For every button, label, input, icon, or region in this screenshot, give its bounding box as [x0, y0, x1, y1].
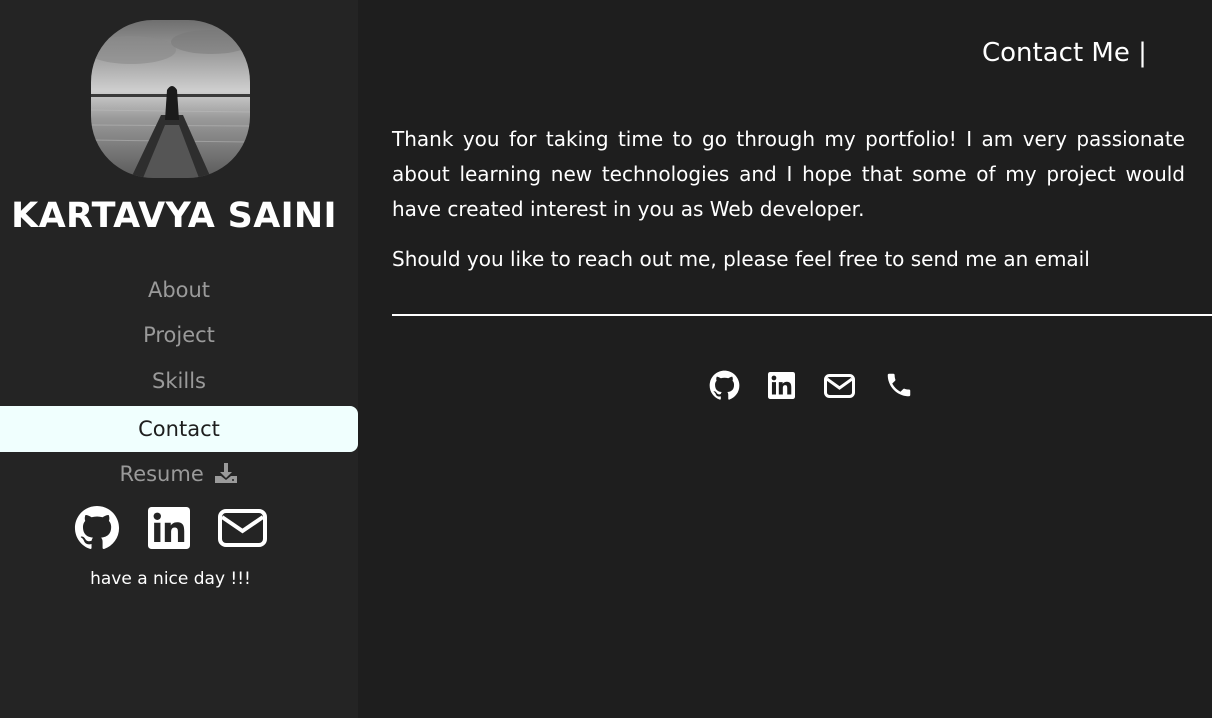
nav-item-project[interactable]: Project [0, 323, 358, 347]
linkedin-icon[interactable] [148, 507, 190, 553]
github-icon[interactable] [709, 370, 740, 405]
download-icon [214, 462, 238, 489]
nav-item-label: Project [143, 323, 215, 347]
avatar [91, 20, 250, 178]
nav-item-label: Contact [138, 417, 220, 441]
nav-item-label: About [147, 278, 211, 302]
github-icon[interactable] [74, 505, 120, 555]
profile-name: KARTAVYA SAINI [11, 196, 337, 236]
contact-intro-text: Thank you for taking time to go through … [392, 127, 1185, 221]
mail-icon[interactable] [824, 374, 855, 402]
mail-icon[interactable] [218, 509, 267, 551]
sidebar: KARTAVYA SAINI About Project Skills Cont… [0, 0, 358, 718]
contact-email-text: Should you like to reach out me, please … [392, 247, 1090, 271]
tagline: have a nice day !!! [90, 569, 251, 589]
nav-item-skills[interactable]: Skills [0, 369, 358, 393]
phone-icon[interactable] [884, 370, 914, 404]
page-title: Contact Me | [982, 38, 1147, 68]
divider [392, 314, 1212, 316]
nav-item-contact[interactable]: Contact [0, 406, 358, 452]
nav-item-label: Skills [152, 369, 206, 393]
nav-item-about[interactable]: About [0, 278, 358, 302]
nav-item-label: Resume [119, 462, 204, 486]
nav-item-resume[interactable]: Resume [0, 462, 358, 489]
linkedin-icon[interactable] [768, 372, 795, 403]
